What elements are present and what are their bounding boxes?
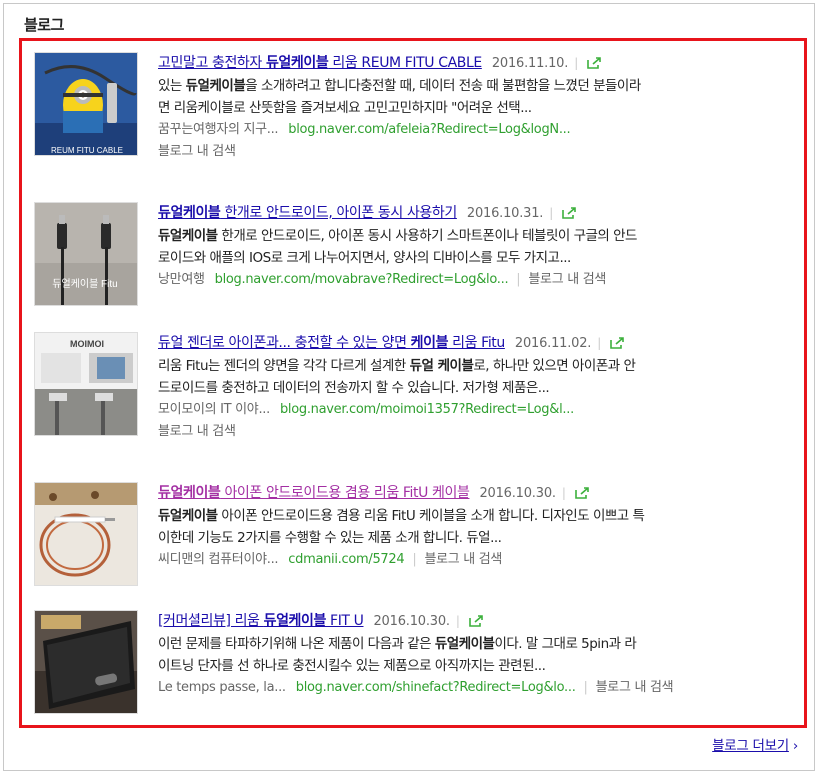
share-icon[interactable]: [468, 613, 484, 635]
post-date: 2016.11.02.: [514, 336, 592, 351]
chevron-right-icon: ›: [792, 738, 798, 754]
result-title-link[interactable]: 듀얼케이블 한개로 안드로이드, 아이폰 동시 사용하기: [158, 205, 457, 221]
blog-author[interactable]: 모이모이의 IT 이야...: [158, 402, 270, 417]
blog-author[interactable]: Le temps passe, la...: [158, 680, 286, 695]
blog-author[interactable]: 낭만여행: [158, 272, 205, 287]
blog-more-link[interactable]: 블로그 더보기 ›: [712, 734, 798, 754]
share-icon[interactable]: [561, 205, 577, 227]
result-description: 듀얼케이블 한개로 안드로이드, 아이폰 동시 사용하기 스마트폰이나 테블릿이…: [158, 228, 637, 266]
result-description: 리움 Fitu는 젠더의 양면을 각각 다르게 설계한 듀얼 케이블로, 하나만…: [158, 358, 636, 396]
thumbnail-image[interactable]: [34, 482, 138, 586]
result-title-link[interactable]: 듀얼케이블 아이폰 안드로이드용 겸용 리움 FitU 케이블: [158, 485, 470, 501]
list-item: MOIMOI 듀얼 젠더로 아이폰과... 충전할 수 있는 양면 케이블 리움…: [34, 332, 794, 442]
list-item: REUM FITU CABLE 고민말고 충전하자 듀얼케이블 리움 REUM …: [34, 52, 794, 162]
search-in-blog-link[interactable]: 블로그 내 검색: [158, 424, 236, 439]
search-in-blog-link[interactable]: 블로그 내 검색: [424, 552, 502, 567]
blog-url[interactable]: cdmanii.com/5724: [288, 552, 404, 567]
list-item: 듀얼케이블 Fitu 듀얼케이블 한개로 안드로이드, 아이폰 동시 사용하기 2…: [34, 202, 794, 312]
share-icon[interactable]: [586, 55, 602, 77]
blog-author[interactable]: 꿈꾸는여행자의 지구...: [158, 122, 279, 137]
thumb-caption: 듀얼케이블 Fitu: [52, 278, 117, 290]
post-date: 2016.10.30.: [479, 486, 556, 501]
blog-url[interactable]: blog.naver.com/shinefact?Redirect=Log&lo…: [296, 680, 576, 695]
section-title: 블로그: [24, 16, 64, 34]
thumbnail-image[interactable]: [34, 610, 138, 714]
blog-author[interactable]: 씨디맨의 컴퓨터이야...: [158, 552, 279, 567]
result-title-link[interactable]: 듀얼 젠더로 아이폰과... 충전할 수 있는 양면 케이블 리움 Fitu: [158, 335, 505, 351]
post-date: 2016.11.10.: [491, 56, 569, 71]
result-description: 듀얼케이블 아이폰 안드로이드용 겸용 리움 FitU 케이블을 소개 합니다.…: [158, 508, 645, 546]
search-in-blog-link[interactable]: 블로그 내 검색: [596, 680, 674, 695]
blog-url[interactable]: blog.naver.com/afeleia?Redirect=Log&logN…: [288, 122, 570, 137]
blog-url[interactable]: blog.naver.com/movabrave?Redirect=Log&lo…: [215, 272, 509, 287]
list-item: [커머셜리뷰] 리움 듀얼케이블 FIT U 2016.10.30. | 이런 문제…: [34, 610, 794, 720]
post-date: 2016.10.30.: [373, 614, 450, 629]
result-title-link[interactable]: 고민말고 충전하자 듀얼케이블 리움 REUM FITU CABLE: [158, 55, 482, 71]
search-in-blog-link[interactable]: 블로그 내 검색: [528, 272, 606, 287]
result-description: 있는 듀얼케이블을 소개하려고 합니다충전할 때, 데이터 전송 때 불편함을 …: [158, 78, 641, 116]
post-date: 2016.10.31.: [466, 206, 544, 221]
result-title-link[interactable]: [커머셜리뷰] 리움 듀얼케이블 FIT U: [158, 613, 364, 629]
thumbnail-image[interactable]: MOIMOI: [34, 332, 138, 436]
list-item: 듀얼케이블 아이폰 안드로이드용 겸용 리움 FitU 케이블 2016.10.3…: [34, 482, 794, 592]
share-icon[interactable]: [574, 485, 590, 507]
thumbnail-image[interactable]: 듀얼케이블 Fitu: [34, 202, 138, 306]
thumb-caption: MOIMOI: [70, 339, 104, 349]
thumbnail-image[interactable]: REUM FITU CABLE: [34, 52, 138, 156]
share-icon[interactable]: [609, 335, 625, 357]
result-description: 이런 문제를 타파하기위해 나온 제품이 다음과 같은 듀얼케이블이다. 말 그…: [158, 636, 637, 674]
blog-url[interactable]: blog.naver.com/moimoi1357?Redirect=Log&l…: [280, 402, 574, 417]
thumb-caption: REUM FITU CABLE: [51, 146, 123, 155]
search-in-blog-link[interactable]: 블로그 내 검색: [158, 144, 236, 159]
